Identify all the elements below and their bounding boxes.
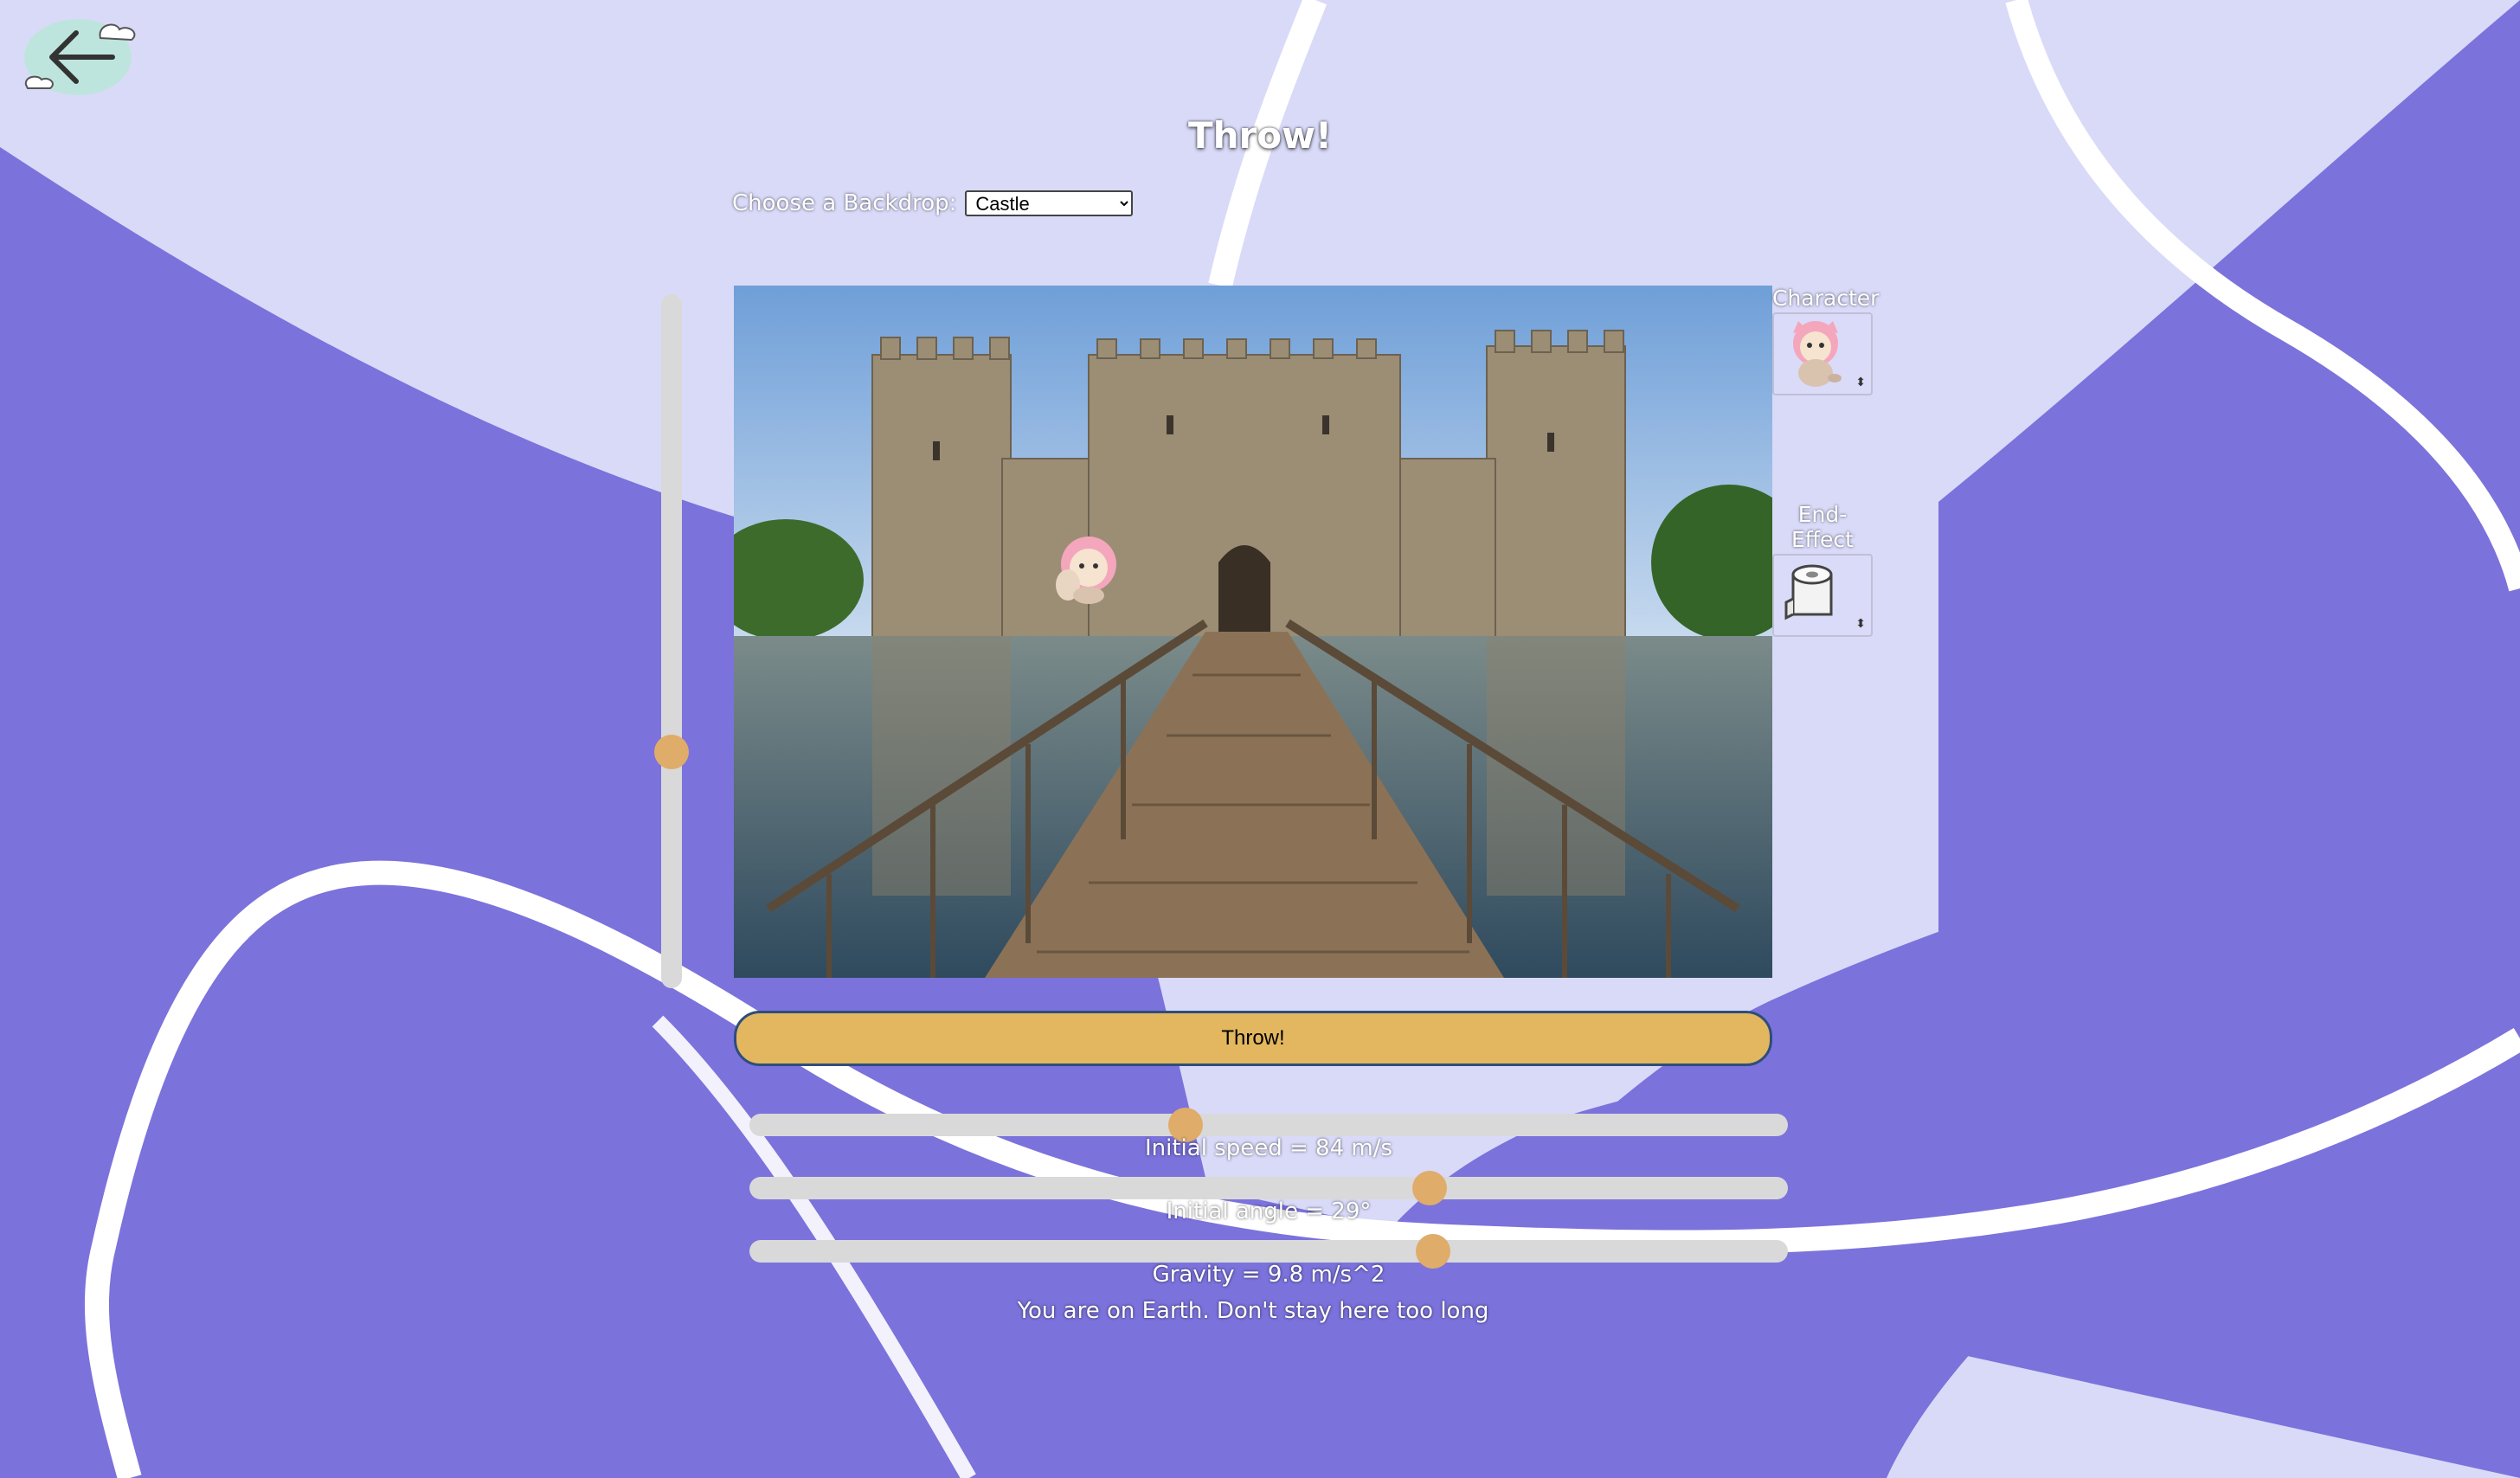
character-label: Character — [1772, 286, 1880, 311]
cloud-icon — [24, 75, 54, 89]
backdrop-chooser: Choose a Backdrop: Castle — [732, 190, 1134, 216]
toilet-paper-icon — [1784, 564, 1833, 620]
backdrop-select[interactable]: Castle — [965, 190, 1134, 216]
character-select[interactable]: ⬍ — [1772, 312, 1873, 395]
back-button[interactable] — [10, 7, 140, 102]
page-title: Throw! — [1187, 114, 1333, 157]
cloud-icon — [99, 23, 136, 42]
initial-speed-slider[interactable] — [749, 1108, 1788, 1142]
cat-character-icon — [1793, 321, 1842, 387]
initial-angle-slider[interactable] — [749, 1171, 1788, 1205]
gravity-label: Gravity = 9.8 m/s^2 — [1152, 1262, 1385, 1288]
planet-message: You are on Earth. Don't stay here too lo… — [1017, 1298, 1489, 1324]
character-selector: Character ⬍ — [1772, 286, 1880, 395]
end-effect-selector: End-Effect ⬍ — [1772, 502, 1873, 637]
select-arrows-icon: ⬍ — [1855, 617, 1866, 631]
height-slider[interactable] — [654, 294, 689, 988]
end-effect-label: End-Effect — [1791, 502, 1854, 552]
throw-button[interactable]: Throw! — [734, 1011, 1772, 1066]
castle-backdrop-image — [734, 286, 1772, 978]
height-slider-thumb[interactable] — [654, 735, 689, 770]
gravity-slider[interactable] — [749, 1234, 1788, 1269]
end-effect-select[interactable]: ⬍ — [1772, 554, 1873, 637]
throw-stage — [734, 286, 1772, 978]
backdrop-label: Choose a Backdrop: — [732, 190, 957, 216]
initial-angle-label: Initial angle = 29° — [1166, 1198, 1372, 1224]
initial-speed-label: Initial speed = 84 m/s — [1144, 1135, 1393, 1161]
select-arrows-icon: ⬍ — [1855, 376, 1866, 389]
